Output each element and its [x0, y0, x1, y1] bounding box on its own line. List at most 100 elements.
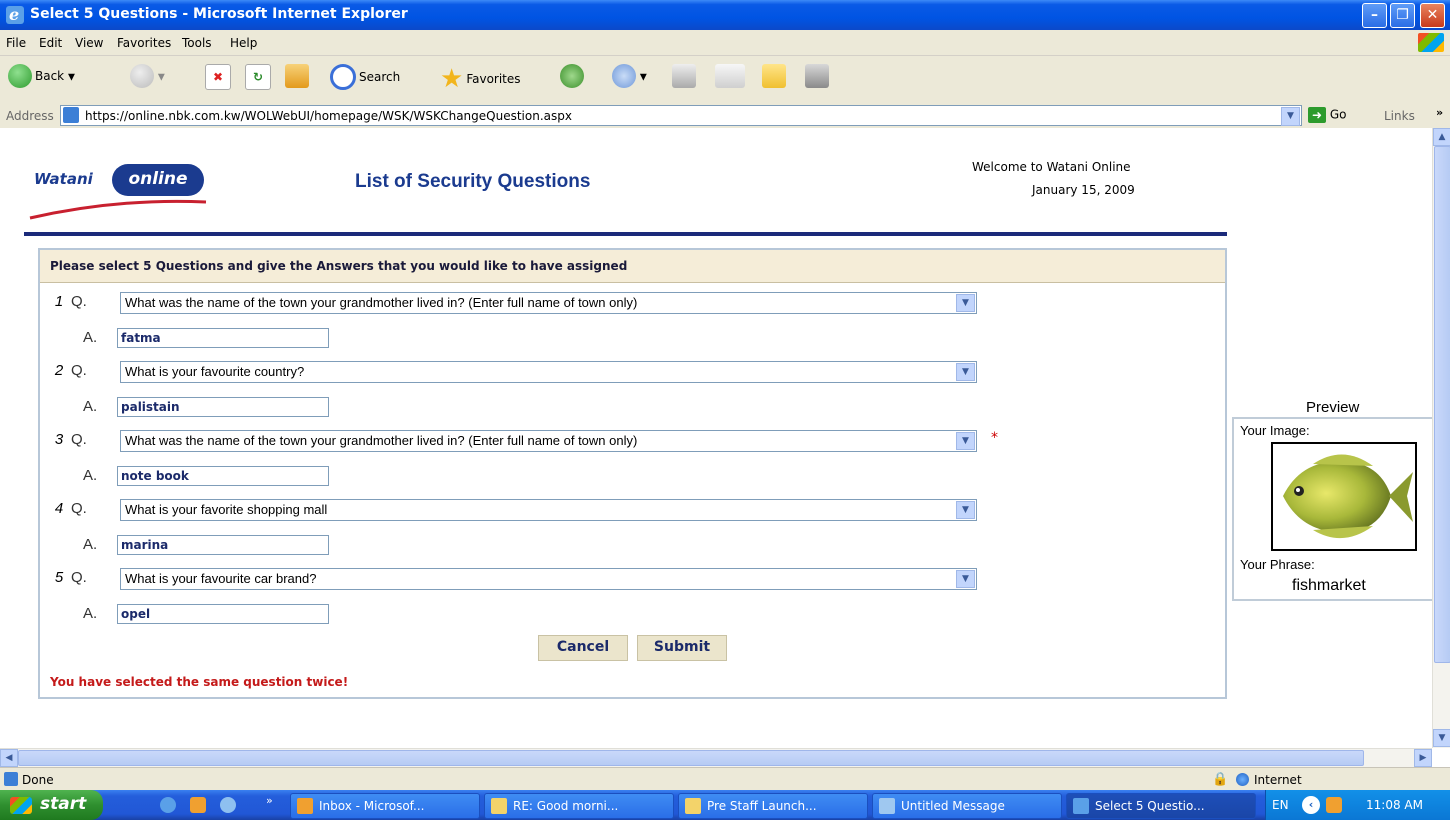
scroll-right-icon[interactable]: ▶ [1414, 749, 1432, 767]
taskbar-item-select-5-questions[interactable]: Select 5 Questio... [1066, 793, 1256, 819]
scroll-up-icon[interactable]: ▲ [1433, 128, 1450, 146]
submit-button[interactable]: Submit [637, 635, 727, 661]
folder-icon [762, 64, 786, 88]
go-button[interactable]: ➜ Go [1308, 107, 1346, 123]
windows-logo-icon [1418, 33, 1444, 52]
messenger-button[interactable] [762, 64, 786, 88]
minimize-button[interactable]: – [1362, 3, 1387, 28]
question-select[interactable]: What is your favorite shopping mall ▼ [120, 499, 977, 521]
system-tray: EN ‹ 11:08 AM [1265, 790, 1450, 820]
your-phrase-label: Your Phrase: [1240, 557, 1315, 572]
quicklaunch-more-icon[interactable]: » [266, 794, 273, 807]
print-button[interactable] [672, 64, 696, 88]
toolbar: Back ▼ ▼ ✖ ↻ Search ★ Favorites ▼ [0, 56, 1450, 103]
tray-chevron-icon[interactable]: ‹ [1302, 796, 1320, 814]
answer-input[interactable]: opel [117, 604, 329, 624]
edit-button[interactable] [715, 64, 745, 88]
q-label: Q. [71, 293, 87, 310]
address-label: Address [6, 109, 54, 123]
history-button[interactable]: ▼ [612, 64, 647, 88]
star-icon: ★ [440, 64, 464, 94]
menu-favorites[interactable]: Favorites [117, 36, 171, 50]
menu-edit[interactable]: Edit [39, 36, 62, 50]
taskbar-item-pre-staff-launch[interactable]: Pre Staff Launch... [678, 793, 868, 819]
address-input[interactable]: https://online.nbk.com.kw/WOLWebUI/homep… [60, 105, 1302, 126]
start-button[interactable]: start [0, 790, 103, 820]
address-dropdown-icon[interactable]: ▼ [1281, 107, 1300, 126]
security-zone: Internet [1254, 773, 1302, 787]
go-arrow-icon: ➜ [1308, 107, 1326, 123]
chevron-right-icon[interactable]: » [1436, 106, 1443, 119]
menu-file[interactable]: File [6, 36, 26, 50]
chevron-down-icon[interactable]: ▼ [956, 570, 975, 588]
print-icon [672, 64, 696, 88]
stop-icon: ✖ [205, 64, 231, 90]
home-button[interactable] [285, 64, 309, 88]
quicklaunch-outlook-icon[interactable] [190, 797, 206, 813]
chevron-down-icon[interactable]: ▼ [956, 432, 975, 450]
chevron-down-icon[interactable]: ▼ [956, 294, 975, 312]
chevron-down-icon[interactable]: ▼ [956, 501, 975, 519]
scroll-down-icon[interactable]: ▼ [1433, 729, 1450, 747]
a-label: A. [83, 536, 98, 553]
clock[interactable]: 11:08 AM [1366, 798, 1423, 812]
edit-icon [715, 64, 745, 88]
answer-input[interactable]: marina [117, 535, 329, 555]
question-number: 4 [54, 500, 64, 517]
quicklaunch-ie2-icon[interactable] [220, 797, 236, 813]
language-indicator[interactable]: EN [1272, 798, 1289, 812]
horizontal-scroll-thumb[interactable] [18, 750, 1364, 766]
question-select[interactable]: What is your favourite country? ▼ [120, 361, 977, 383]
question-number: 5 [54, 569, 64, 586]
security-phrase: fishmarket [1292, 577, 1366, 594]
windows-logo-icon [10, 797, 32, 814]
search-button[interactable]: Search [330, 64, 400, 90]
taskbar-item-re-good-morning[interactable]: RE: Good morni... [484, 793, 674, 819]
history-icon [612, 64, 636, 88]
question-number: 1 [54, 293, 64, 310]
scroll-left-icon[interactable]: ◀ [0, 749, 18, 767]
menu-help[interactable]: Help [230, 36, 257, 50]
forward-button[interactable]: ▼ [130, 64, 165, 88]
menu-tools[interactable]: Tools [182, 36, 212, 50]
question-text: What is your favorite shopping mall [125, 502, 328, 517]
favorites-button[interactable]: ★ Favorites [440, 64, 521, 94]
vertical-scroll-thumb[interactable] [1434, 146, 1450, 663]
q-label: Q. [71, 362, 87, 379]
cancel-button[interactable]: Cancel [538, 635, 628, 661]
menu-bar: File Edit View Favorites Tools Help [0, 30, 1450, 56]
question-select[interactable]: What is your favourite car brand? ▼ [120, 568, 977, 590]
welcome-text: Welcome to Watani Online [972, 160, 1131, 174]
back-button[interactable]: Back ▼ [8, 64, 75, 88]
chevron-down-icon[interactable]: ▼ [956, 363, 975, 381]
taskbar-item-untitled-message[interactable]: Untitled Message [872, 793, 1062, 819]
quicklaunch-ie-icon[interactable] [160, 797, 176, 813]
page-icon [63, 107, 79, 123]
refresh-button[interactable]: ↻ [245, 64, 271, 90]
form-header: Please select 5 Questions and give the A… [40, 250, 1225, 283]
ie-icon: e [6, 5, 24, 24]
forward-arrow-icon [130, 64, 154, 88]
links-button[interactable]: Links [1384, 109, 1415, 123]
answer-input[interactable]: palistain [117, 397, 329, 417]
answer-input[interactable]: note book [117, 466, 329, 486]
stop-button[interactable]: ✖ [205, 64, 231, 90]
question-number: 2 [54, 362, 64, 379]
lock-icon: 🔒 [1212, 772, 1229, 787]
a-label: A. [83, 398, 98, 415]
close-button[interactable]: ✕ [1420, 3, 1445, 28]
menu-view[interactable]: View [75, 36, 103, 50]
media-icon [560, 64, 584, 88]
question-select[interactable]: What was the name of the town your grand… [120, 292, 977, 314]
taskbar-item-inbox[interactable]: Inbox - Microsof... [290, 793, 480, 819]
question-select[interactable]: What was the name of the town your grand… [120, 430, 977, 452]
maximize-button[interactable]: ❐ [1390, 3, 1415, 28]
security-image [1271, 442, 1417, 551]
media-button[interactable] [560, 64, 584, 88]
answer-input[interactable]: fatma [117, 328, 329, 348]
horizontal-scrollbar[interactable]: ◀ ▶ [0, 748, 1432, 767]
tray-outlook-icon[interactable] [1326, 797, 1342, 813]
research-button[interactable] [805, 64, 829, 88]
question-text: What was the name of the town your grand… [125, 295, 638, 310]
vertical-scrollbar[interactable]: ▲ ▼ [1432, 128, 1450, 748]
